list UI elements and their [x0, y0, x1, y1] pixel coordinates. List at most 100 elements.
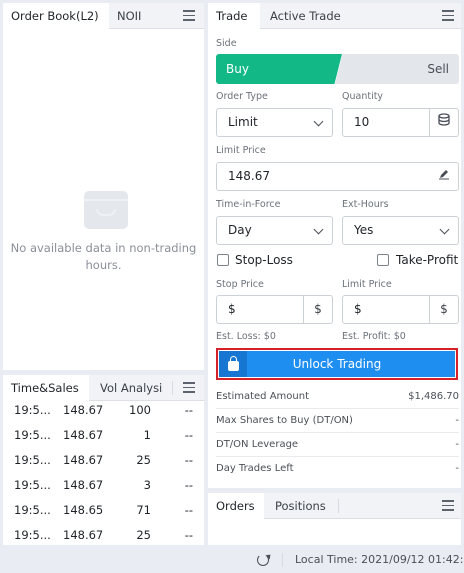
tif-select[interactable]: Day: [216, 216, 333, 245]
trade-volume: 71: [136, 503, 151, 517]
tif-label: Time-in-Force: [216, 199, 281, 210]
trade-time: 19:5...: [14, 403, 51, 417]
trade-time: 19:5...: [14, 503, 51, 517]
limit-price-2-label: Limit Price: [342, 279, 392, 290]
trade-time: 19:5...: [14, 528, 51, 542]
tab-noii[interactable]: NOII: [117, 3, 157, 29]
unlock-trading-button[interactable]: Unlock Trading: [219, 351, 455, 377]
trade-volume: 100: [129, 403, 151, 417]
menu-icon[interactable]: [442, 10, 454, 21]
trade-time: 19:5...: [14, 428, 51, 442]
buy-button[interactable]: Buy: [216, 54, 342, 84]
stop-price-input[interactable]: $ $: [216, 295, 333, 324]
trade-price: 148.67: [63, 453, 104, 467]
time-sales-panel: Time&Sales Vol Analysis 19:5... 148.67 1…: [3, 375, 204, 545]
info-label: Estimated Amount: [216, 391, 309, 402]
info-value: $1,486.70: [408, 391, 459, 402]
menu-icon[interactable]: [442, 500, 454, 511]
orders-tabbar: Orders Positions: [208, 493, 461, 519]
stop-loss-checkbox[interactable]: [217, 254, 229, 266]
trade-panel: Trade Active Trade Side Buy Sell Order T…: [208, 3, 461, 488]
trade-volume: 3: [143, 478, 151, 492]
info-row: Max Shares to Buy (DT/ON) -: [216, 409, 459, 433]
info-value: -: [455, 439, 459, 450]
order-book-panel: Order Book(L2) NOII No available data in…: [3, 3, 204, 370]
menu-icon[interactable]: [183, 10, 195, 21]
order-type-value: Limit: [228, 115, 258, 129]
table-row: 19:5... 148.67 3 --: [3, 473, 204, 498]
orders-panel: Orders Positions: [208, 493, 461, 545]
trade-direction: --: [184, 453, 193, 467]
tif-value: Day: [228, 223, 252, 237]
refresh-icon[interactable]: [257, 554, 269, 566]
limit-price-2-value: $: [354, 302, 362, 316]
stop-price-value: $: [228, 302, 236, 316]
chevron-down-icon: [313, 116, 324, 127]
lock-icon: [219, 351, 247, 377]
empty-box-icon: [84, 191, 128, 229]
dollar-toggle-button[interactable]: $: [429, 296, 458, 323]
trade-direction: --: [184, 528, 193, 542]
take-profit-checkbox[interactable]: [377, 254, 389, 266]
info-value: -: [455, 415, 459, 426]
order-type-label: Order Type: [216, 91, 268, 102]
quantity-value: 10: [354, 115, 370, 129]
sell-button[interactable]: Sell: [335, 54, 459, 84]
table-row: 19:5... 148.67 100 --: [3, 398, 204, 423]
info-row: Estimated Amount $1,486.70: [216, 385, 459, 409]
limit-price-2-input[interactable]: $ $: [342, 295, 459, 324]
order-book-tabbar: Order Book(L2) NOII: [3, 3, 204, 29]
table-row: 19:5... 148.67 25 --: [3, 523, 204, 545]
stop-price-label: Stop Price: [216, 279, 264, 290]
trade-price: 148.67: [63, 403, 104, 417]
trade-direction: --: [184, 428, 193, 442]
dollar-toggle-button[interactable]: $: [303, 296, 332, 323]
info-label: Max Shares to Buy (DT/ON): [216, 415, 353, 426]
est-loss: Est. Loss: $0: [216, 331, 276, 342]
edit-icon[interactable]: [429, 163, 458, 190]
side-toggle: Buy Sell: [216, 54, 459, 84]
empty-message: No available data in non-trading hours.: [10, 241, 197, 272]
menu-icon[interactable]: [183, 382, 195, 393]
est-profit: Est. Profit: $0: [342, 331, 406, 342]
trade-direction: --: [184, 503, 193, 517]
unlock-highlight: Unlock Trading: [216, 348, 458, 380]
limit-price-label: Limit Price: [216, 145, 266, 156]
trade-price: 148.67: [63, 428, 104, 442]
tab-trade[interactable]: Trade: [208, 3, 260, 29]
trade-volume: 1: [143, 428, 151, 442]
trade-time: 19:5...: [14, 453, 51, 467]
tab-order-book-l2[interactable]: Order Book(L2): [3, 3, 109, 29]
quantity-label: Quantity: [342, 91, 384, 102]
local-time: Local Time: 2021/09/12 01:42:28: [295, 553, 464, 566]
trade-volume: 25: [136, 528, 151, 542]
ext-hours-select[interactable]: Yes: [342, 216, 459, 245]
chevron-down-icon: [313, 224, 324, 235]
trade-price: 148.65: [63, 503, 104, 517]
status-bar: Local Time: 2021/09/12 01:42:28: [0, 547, 464, 573]
info-row: Day Trades Left -: [216, 457, 459, 481]
trade-price: 148.67: [63, 528, 104, 542]
trade-direction: --: [184, 403, 193, 417]
side-label: Side: [216, 38, 237, 49]
info-value: -: [455, 463, 459, 474]
info-label: Day Trades Left: [216, 463, 294, 474]
quantity-input[interactable]: 10: [342, 108, 459, 137]
limit-price-input[interactable]: 148.67: [216, 162, 459, 191]
stack-icon[interactable]: [429, 109, 458, 136]
trade-volume: 25: [136, 453, 151, 467]
ext-hours-value: Yes: [354, 223, 374, 237]
take-profit-label: Take-Profit: [396, 253, 459, 267]
chevron-down-icon: [439, 224, 450, 235]
tab-orders[interactable]: Orders: [208, 493, 264, 519]
info-label: DT/ON Leverage: [216, 439, 299, 450]
trade-time: 19:5...: [14, 478, 51, 492]
table-row: 19:5... 148.67 25 --: [3, 448, 204, 473]
trade-tabbar: Trade Active Trade: [208, 3, 461, 29]
trade-direction: --: [184, 478, 193, 492]
tab-active-trade[interactable]: Active Trade: [270, 3, 350, 29]
table-row: 19:5... 148.65 71 --: [3, 498, 204, 523]
tab-positions[interactable]: Positions: [275, 493, 335, 519]
order-type-select[interactable]: Limit: [216, 108, 333, 137]
table-row: 19:5... 148.67 1 --: [3, 423, 204, 448]
